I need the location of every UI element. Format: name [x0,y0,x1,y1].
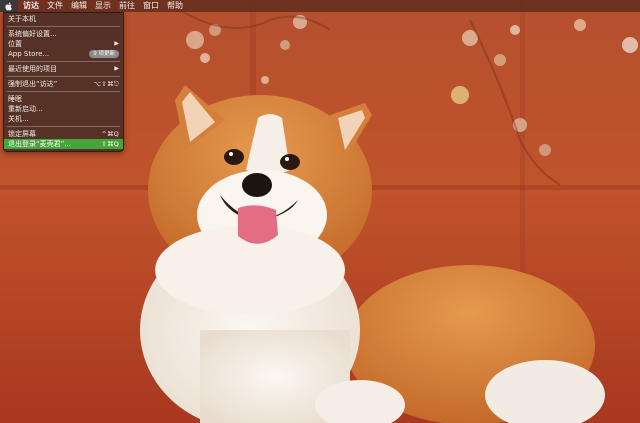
logout-label: 退出登录“麦壳君”... [8,140,71,148]
menu-separator [7,26,120,27]
restart-label: 重新启动... [8,105,43,113]
menu-separator [7,61,120,62]
shutdown-label: 关机... [8,115,29,123]
menu-finder[interactable]: 访达 [18,0,43,12]
menu-item-force-quit[interactable]: 强制退出“访达” ⌥⇧⌘⎋ [4,79,123,89]
apple-menu-dropdown: 关于本机 系统偏好设置... 位置 ▶ App Store... 9 项更新 最… [3,12,124,152]
apple-menu-button[interactable] [0,0,18,12]
menu-edit[interactable]: 编辑 [67,0,91,12]
menu-item-about[interactable]: 关于本机 [4,14,123,24]
menu-window[interactable]: 窗口 [139,0,163,12]
menu-bar: 访达 文件 编辑 显示 前往 窗口 帮助 [0,0,640,12]
menu-item-system-preferences[interactable]: 系统偏好设置... [4,29,123,39]
menu-item-sleep[interactable]: 睡眠 [4,94,123,104]
submenu-arrow-icon: ▶ [114,65,119,72]
force-quit-label: 强制退出“访达” [8,80,58,88]
menu-view[interactable]: 显示 [91,0,115,12]
menu-item-location[interactable]: 位置 ▶ [4,39,123,49]
update-badge: 9 项更新 [89,50,119,58]
menu-item-restart[interactable]: 重新启动... [4,104,123,114]
force-quit-shortcut: ⌥⇧⌘⎋ [93,80,119,88]
menu-separator [7,126,120,127]
recent-items-label: 最近使用的项目 [8,65,57,73]
logout-shortcut: ⇧⌘Q [101,140,119,148]
menu-separator [7,76,120,77]
location-label: 位置 [8,40,22,48]
about-label: 关于本机 [8,15,36,23]
menu-help[interactable]: 帮助 [163,0,187,12]
menu-item-logout[interactable]: 退出登录“麦壳君”... ⇧⌘Q [4,139,123,149]
menu-item-app-store[interactable]: App Store... 9 项更新 [4,49,123,59]
menu-go[interactable]: 前往 [115,0,139,12]
system-preferences-label: 系统偏好设置... [8,30,57,38]
apple-logo-icon [5,2,12,10]
lock-screen-shortcut: ^⌘Q [101,130,119,138]
submenu-arrow-icon: ▶ [114,40,119,47]
lock-screen-label: 锁定屏幕 [8,130,36,138]
menu-separator [7,91,120,92]
menu-file[interactable]: 文件 [43,0,67,12]
menu-item-lock-screen[interactable]: 锁定屏幕 ^⌘Q [4,129,123,139]
menu-item-shutdown[interactable]: 关机... [4,114,123,124]
app-store-label: App Store... [8,50,50,58]
sleep-label: 睡眠 [8,95,22,103]
menu-item-recent-items[interactable]: 最近使用的项目 ▶ [4,64,123,74]
